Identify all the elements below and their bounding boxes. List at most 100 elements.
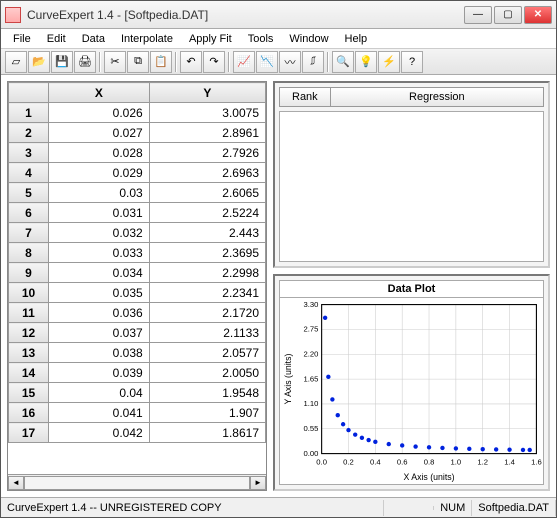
tab-regression[interactable]: Regression (331, 87, 544, 107)
row-header[interactable]: 14 (9, 363, 49, 383)
row-header[interactable]: 4 (9, 163, 49, 183)
menu-apply-fit[interactable]: Apply Fit (181, 31, 240, 47)
new-button[interactable]: ▱ (5, 51, 27, 73)
plot3-button[interactable]: 〰 (279, 51, 301, 73)
cell-y[interactable]: 2.2341 (149, 283, 265, 303)
table-row[interactable]: 80.0332.3695 (9, 243, 266, 263)
data-grid[interactable]: X Y 10.0263.007520.0272.896130.0282.7926… (8, 82, 266, 443)
menu-help[interactable]: Help (337, 31, 376, 47)
print-button[interactable]: 🖨 (74, 51, 96, 73)
table-row[interactable]: 40.0292.6963 (9, 163, 266, 183)
row-header[interactable]: 7 (9, 223, 49, 243)
table-row[interactable]: 120.0372.1133 (9, 323, 266, 343)
cell-y[interactable]: 3.0075 (149, 103, 265, 123)
row-header[interactable]: 1 (9, 103, 49, 123)
cell-y[interactable]: 1.907 (149, 403, 265, 423)
menu-window[interactable]: Window (281, 31, 336, 47)
row-header[interactable]: 5 (9, 183, 49, 203)
table-row[interactable]: 130.0382.0577 (9, 343, 266, 363)
cell-x[interactable]: 0.04 (49, 383, 150, 403)
row-header[interactable]: 15 (9, 383, 49, 403)
table-row[interactable]: 20.0272.8961 (9, 123, 266, 143)
cell-y[interactable]: 2.7926 (149, 143, 265, 163)
cell-x[interactable]: 0.036 (49, 303, 150, 323)
redo-button[interactable]: ↷ (203, 51, 225, 73)
cell-y[interactable]: 1.9548 (149, 383, 265, 403)
cell-x[interactable]: 0.041 (49, 403, 150, 423)
cell-y[interactable]: 2.0050 (149, 363, 265, 383)
cell-x[interactable]: 0.034 (49, 263, 150, 283)
cell-x[interactable]: 0.033 (49, 243, 150, 263)
cell-y[interactable]: 2.2998 (149, 263, 265, 283)
table-row[interactable]: 50.032.6065 (9, 183, 266, 203)
cut-button[interactable]: ✂ (104, 51, 126, 73)
horizontal-scrollbar[interactable]: ◄ ► (8, 474, 266, 490)
row-header[interactable]: 6 (9, 203, 49, 223)
cell-x[interactable]: 0.026 (49, 103, 150, 123)
table-row[interactable]: 90.0342.2998 (9, 263, 266, 283)
row-header[interactable]: 3 (9, 143, 49, 163)
plot1-button[interactable]: 📈 (233, 51, 255, 73)
row-header[interactable]: 2 (9, 123, 49, 143)
undo-button[interactable]: ↶ (180, 51, 202, 73)
cell-y[interactable]: 2.3695 (149, 243, 265, 263)
row-header[interactable]: 9 (9, 263, 49, 283)
table-row[interactable]: 10.0263.0075 (9, 103, 266, 123)
menu-tools[interactable]: Tools (240, 31, 282, 47)
help-button[interactable]: ? (401, 51, 423, 73)
scroll-left-button[interactable]: ◄ (8, 476, 24, 490)
cell-x[interactable]: 0.042 (49, 423, 150, 443)
open-button[interactable]: 📂 (28, 51, 50, 73)
maximize-button[interactable]: ▢ (494, 6, 522, 24)
tab-rank[interactable]: Rank (279, 87, 331, 107)
plot4-button[interactable]: ⎎ (302, 51, 324, 73)
scroll-right-button[interactable]: ► (250, 476, 266, 490)
scroll-track[interactable] (24, 476, 250, 490)
table-row[interactable]: 170.0421.8617 (9, 423, 266, 443)
cell-x[interactable]: 0.028 (49, 143, 150, 163)
row-header[interactable]: 10 (9, 283, 49, 303)
table-row[interactable]: 110.0362.1720 (9, 303, 266, 323)
menu-data[interactable]: Data (74, 31, 113, 47)
cell-x[interactable]: 0.029 (49, 163, 150, 183)
cell-y[interactable]: 2.6065 (149, 183, 265, 203)
paste-button[interactable]: 📋 (150, 51, 172, 73)
row-header[interactable]: 13 (9, 343, 49, 363)
bulb-button[interactable]: 💡 (355, 51, 377, 73)
table-row[interactable]: 140.0392.0050 (9, 363, 266, 383)
row-header[interactable]: 17 (9, 423, 49, 443)
cell-y[interactable]: 2.5224 (149, 203, 265, 223)
cell-y[interactable]: 2.1133 (149, 323, 265, 343)
cell-y[interactable]: 2.6963 (149, 163, 265, 183)
plot-area[interactable]: 0.00.20.40.60.81.01.21.41.60.000.551.101… (279, 297, 544, 485)
cell-x[interactable]: 0.03 (49, 183, 150, 203)
menu-edit[interactable]: Edit (39, 31, 74, 47)
table-row[interactable]: 70.0322.443 (9, 223, 266, 243)
row-header[interactable]: 16 (9, 403, 49, 423)
table-row[interactable]: 160.0411.907 (9, 403, 266, 423)
minimize-button[interactable]: — (464, 6, 492, 24)
menu-file[interactable]: File (5, 31, 39, 47)
col-header-x[interactable]: X (49, 83, 150, 103)
bolt-button[interactable]: ⚡ (378, 51, 400, 73)
table-row[interactable]: 60.0312.5224 (9, 203, 266, 223)
row-header[interactable]: 11 (9, 303, 49, 323)
copy-button[interactable]: ⧉ (127, 51, 149, 73)
cell-y[interactable]: 2.8961 (149, 123, 265, 143)
table-row[interactable]: 30.0282.7926 (9, 143, 266, 163)
cell-x[interactable]: 0.032 (49, 223, 150, 243)
row-header[interactable]: 8 (9, 243, 49, 263)
cell-x[interactable]: 0.038 (49, 343, 150, 363)
cell-y[interactable]: 2.1720 (149, 303, 265, 323)
cell-x[interactable]: 0.027 (49, 123, 150, 143)
cell-y[interactable]: 2.443 (149, 223, 265, 243)
table-row[interactable]: 100.0352.2341 (9, 283, 266, 303)
cell-y[interactable]: 1.8617 (149, 423, 265, 443)
table-row[interactable]: 150.041.9548 (9, 383, 266, 403)
close-button[interactable]: ✕ (524, 6, 552, 24)
col-header-y[interactable]: Y (149, 83, 265, 103)
plot2-button[interactable]: 📉 (256, 51, 278, 73)
menu-interpolate[interactable]: Interpolate (113, 31, 181, 47)
cell-x[interactable]: 0.035 (49, 283, 150, 303)
cell-x[interactable]: 0.031 (49, 203, 150, 223)
